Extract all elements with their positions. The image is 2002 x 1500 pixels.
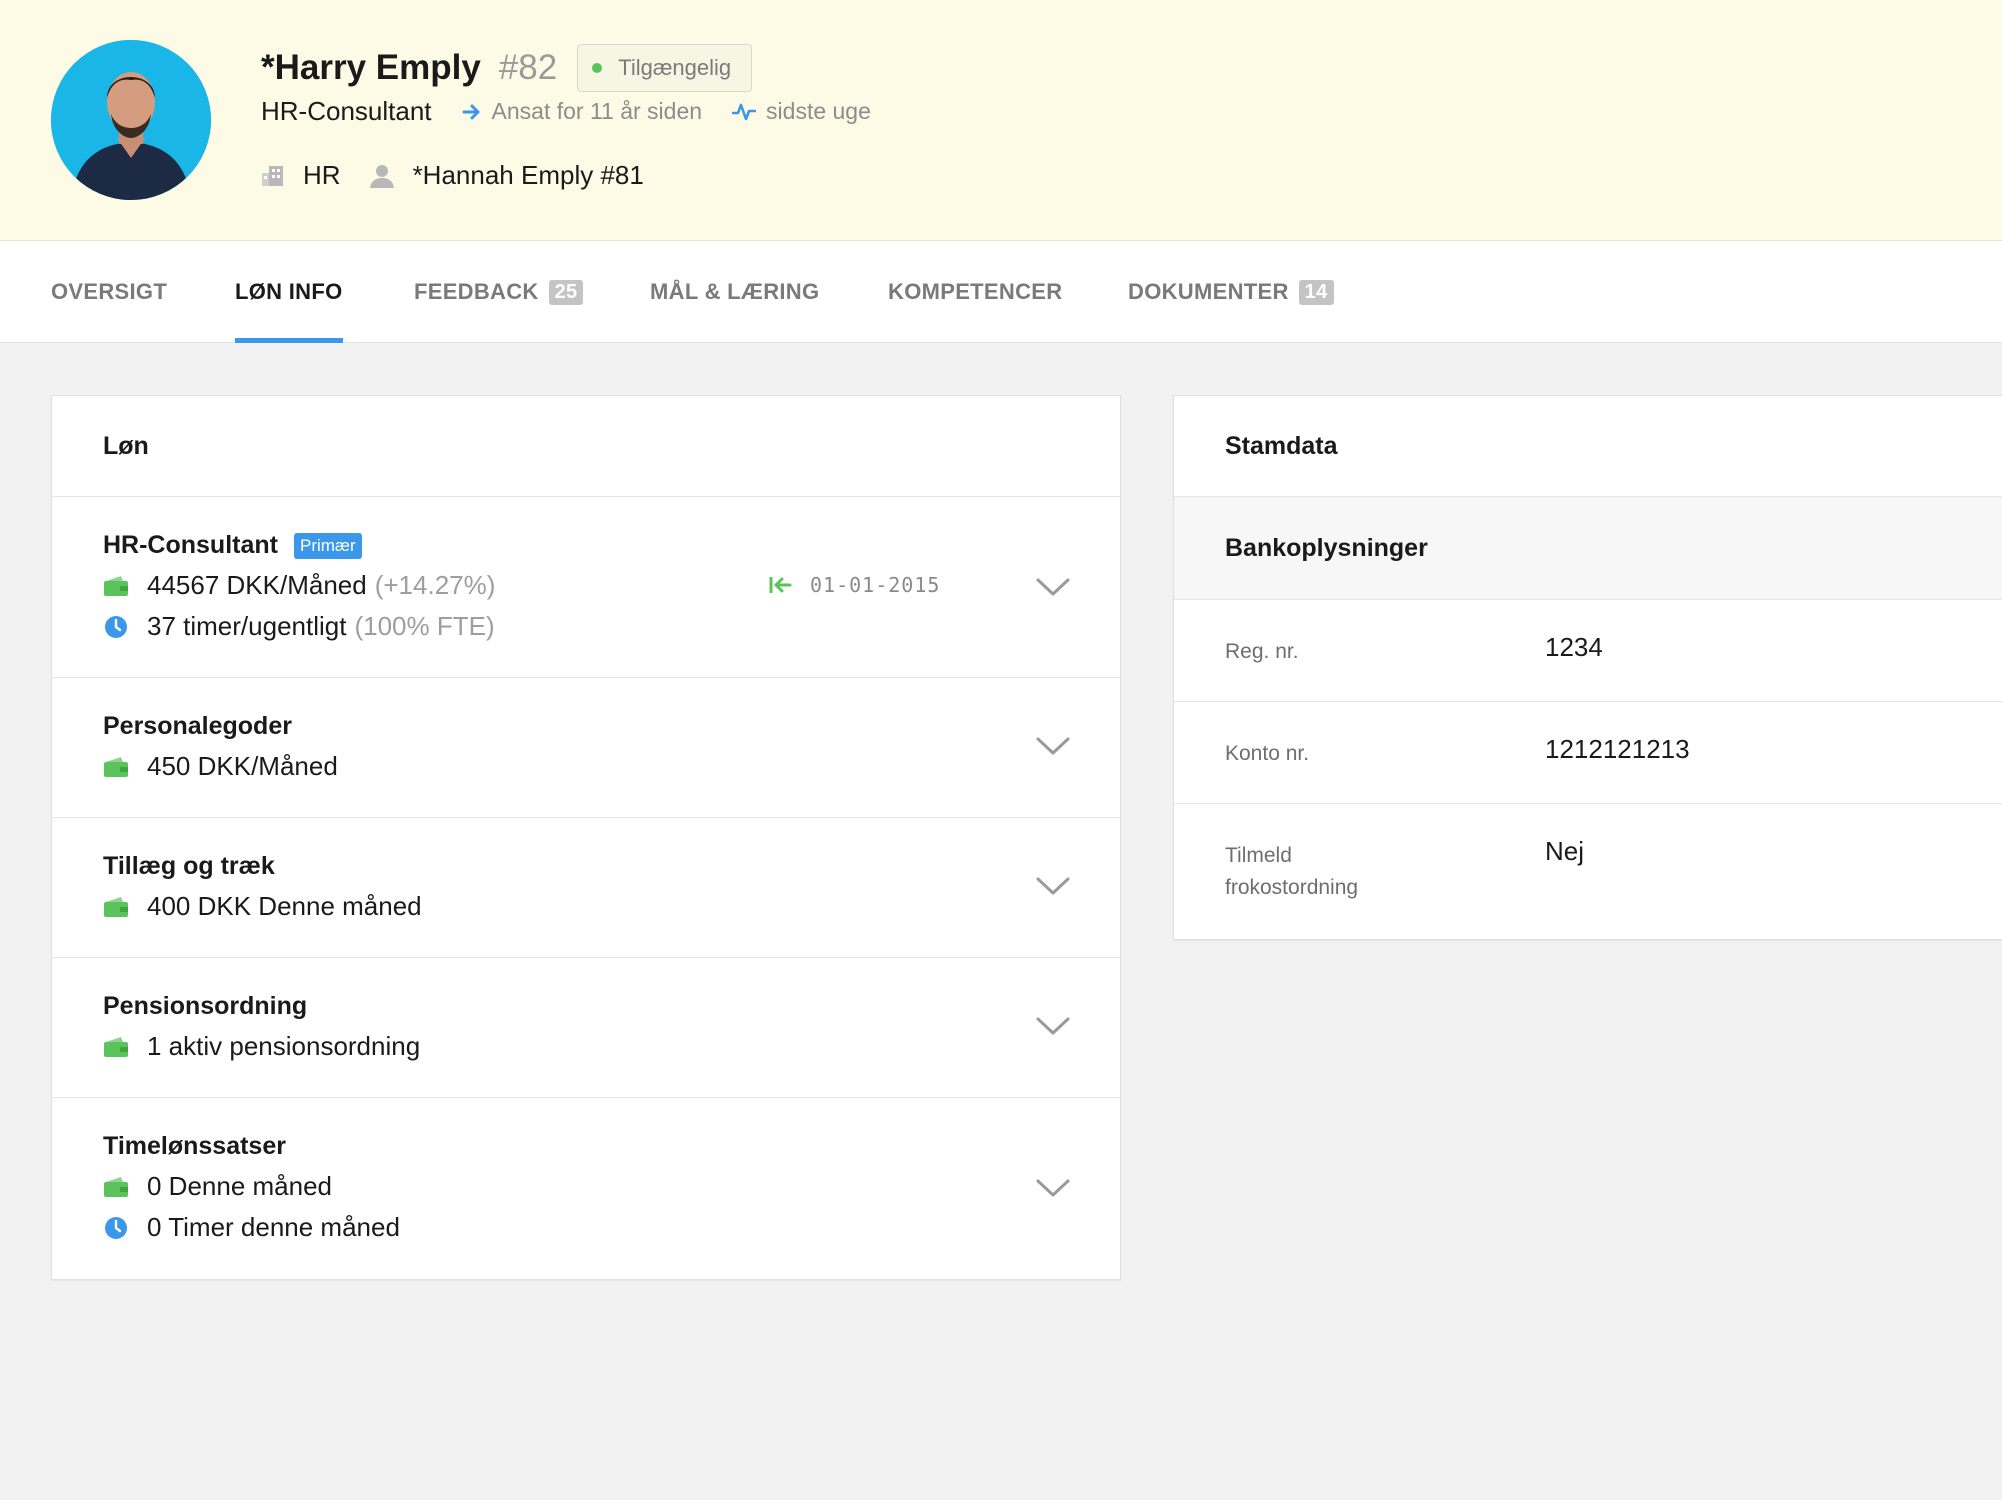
benefits-value: 450 DKK/Måned — [147, 751, 338, 781]
wallet-icon — [104, 896, 128, 917]
bank-info-heading: Bankoplysninger — [1174, 497, 2002, 600]
data-label: Reg. nr. — [1225, 640, 1299, 663]
master-data-title: Stamdata — [1174, 396, 2002, 497]
salary-section-benefits[interactable]: Personalegoder 450 DKK/Måned — [52, 678, 1120, 818]
data-row-lunch-scheme: Tilmeld frokostordning Nej — [1174, 804, 2002, 938]
building-icon — [262, 165, 283, 186]
tab-label: FEEDBACK — [414, 279, 539, 304]
wallet-icon — [104, 1176, 128, 1197]
data-row-reg-nr: Reg. nr. 1234 — [1174, 600, 2002, 702]
last-activity: sidste uge — [732, 98, 871, 125]
documents-count-badge: 14 — [1298, 279, 1334, 305]
salary-section-hourly[interactable]: Timelønssatser 0 Denne måned 0 Timer den… — [52, 1098, 1120, 1279]
wallet-icon — [104, 575, 128, 596]
hourly-title: Timelønssatser — [103, 1132, 286, 1160]
department-label: HR — [303, 160, 341, 190]
data-label: Konto nr. — [1225, 742, 1310, 765]
master-data-card: Stamdata Bankoplysninger Reg. nr. 1234 K… — [1173, 395, 2002, 940]
position-salary: 44567 DKK/Måned — [147, 570, 367, 600]
tab-loen-info[interactable]: LØN INFO — [235, 241, 343, 343]
salary-section-pension[interactable]: Pensionsordning 1 aktiv pensionsordning — [52, 958, 1120, 1098]
position-start-date: 01-01-2015 — [768, 573, 940, 597]
tab-label: KOMPETENCER — [888, 279, 1063, 304]
employee-name: *Harry Emply — [261, 48, 481, 87]
wallet-icon — [104, 1036, 128, 1057]
data-value: Nej — [1545, 836, 1585, 866]
chevron-down-icon[interactable] — [1036, 1178, 1070, 1198]
tab-bar: OVERSIGT LØN INFO FEEDBACK 25 MÅL & LÆRI… — [0, 241, 2002, 343]
manager-label: *Hannah Emply #81 — [412, 160, 644, 190]
hourly-value: 0 Denne måned — [147, 1171, 333, 1201]
avatar[interactable] — [51, 40, 211, 200]
supplements-title: Tillæg og træk — [103, 852, 275, 880]
hourly-hours: 0 Timer denne måned — [147, 1212, 400, 1242]
position-salary-change: (+14.27%) — [374, 570, 496, 600]
chevron-down-icon[interactable] — [1036, 1016, 1070, 1036]
wallet-icon — [104, 756, 128, 777]
tab-label: MÅL & LÆRING — [650, 279, 820, 304]
tab-kompetencer[interactable]: KOMPETENCER — [888, 241, 1062, 343]
status-label: Tilgængelig — [618, 55, 732, 80]
employment-duration-label: Ansat for 11 år siden — [491, 98, 703, 124]
salary-card-title: Løn — [52, 396, 1120, 497]
chevron-down-icon[interactable] — [1036, 876, 1070, 896]
data-label: Tilmeld frokostordning — [1225, 844, 1359, 899]
arrow-to-start-icon — [769, 577, 792, 593]
manager-link[interactable]: *Hannah Emply #81 — [369, 160, 644, 191]
person-icon — [369, 164, 394, 188]
profile-header: *Harry Emply #82 Tilgængelig HR-Consulta… — [0, 0, 2002, 241]
clock-icon — [105, 615, 127, 638]
position-hours: 37 timer/ugentligt — [147, 611, 347, 641]
chevron-down-icon[interactable] — [1036, 736, 1070, 756]
department-link[interactable]: HR — [261, 160, 341, 191]
chevron-down-icon[interactable] — [1036, 577, 1070, 597]
last-activity-label: sidste uge — [766, 98, 871, 124]
primary-tag: Primær — [293, 532, 362, 559]
pension-value: 1 aktiv pensionsordning — [147, 1031, 421, 1061]
clock-icon — [105, 1216, 127, 1239]
arrow-right-icon — [462, 104, 480, 119]
status-dot-icon — [592, 63, 603, 73]
tab-maal-laering[interactable]: MÅL & LÆRING — [650, 241, 819, 343]
salary-card: Løn HR-Consultant Primær 44567 DKK/Måned… — [51, 395, 1121, 1280]
tab-feedback[interactable]: FEEDBACK 25 — [414, 241, 584, 343]
tab-label: LØN INFO — [235, 279, 343, 304]
data-value: 1234 — [1545, 632, 1603, 662]
employee-id: #82 — [498, 48, 558, 87]
data-row-konto-nr: Konto nr. 1212121213 — [1174, 702, 2002, 804]
position-date-label: 01-01-2015 — [810, 573, 941, 597]
benefits-title: Personalegoder — [103, 712, 292, 740]
status-badge[interactable]: Tilgængelig — [577, 44, 753, 92]
tab-oversigt[interactable]: OVERSIGT — [51, 241, 167, 343]
pulse-icon — [732, 103, 757, 120]
tab-label: OVERSIGT — [51, 279, 168, 304]
employment-duration: Ansat for 11 år siden — [462, 98, 703, 125]
employee-role: HR-Consultant — [261, 96, 432, 126]
pension-title: Pensionsordning — [103, 992, 308, 1020]
supplements-value: 400 DKK Denne måned — [147, 891, 422, 921]
salary-section-supplements[interactable]: Tillæg og træk 400 DKK Denne måned — [52, 818, 1120, 958]
tab-label: DOKUMENTER — [1128, 279, 1289, 304]
salary-section-position[interactable]: HR-Consultant Primær 44567 DKK/Måned (+1… — [52, 497, 1120, 678]
position-fte: (100% FTE) — [354, 611, 495, 641]
tab-dokumenter[interactable]: DOKUMENTER 14 — [1128, 241, 1334, 343]
feedback-count-badge: 25 — [548, 279, 584, 305]
data-value: 1212121213 — [1545, 734, 1690, 764]
position-title: HR-Consultant — [103, 531, 278, 559]
